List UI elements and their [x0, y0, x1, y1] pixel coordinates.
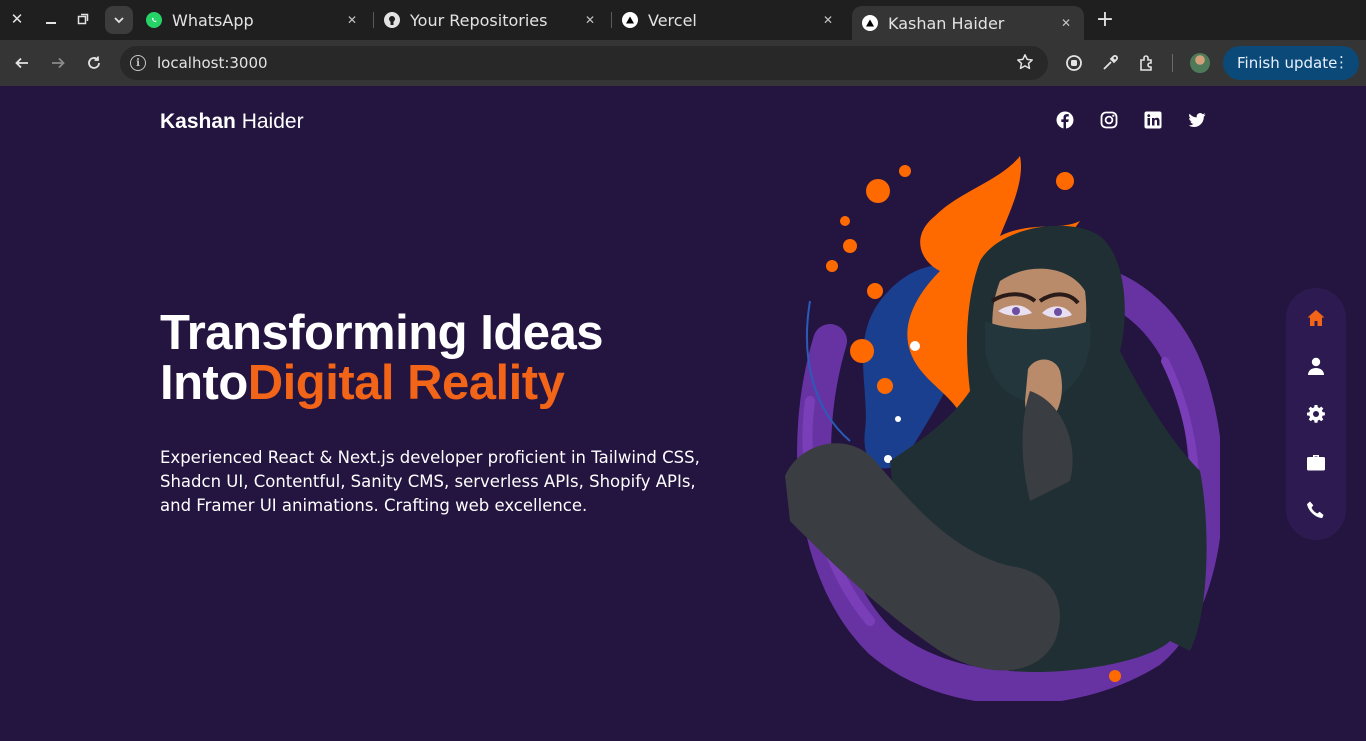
reload-icon [88, 56, 100, 69]
vercel-icon [862, 15, 878, 31]
site-logo[interactable]: Kashan Haider [160, 110, 304, 134]
profile-avatar[interactable] [1190, 53, 1210, 73]
tab-title: Your Repositories [410, 10, 548, 30]
user-icon[interactable] [1306, 356, 1326, 376]
close-window-icon[interactable]: ✕ [4, 6, 30, 32]
tab-title: Kashan Haider [888, 13, 1005, 33]
hero-illustration [785, 156, 1220, 701]
portfolio-page: Kashan Haider Transforming Ideas IntoDig… [0, 86, 1366, 741]
close-tab-icon[interactable]: ✕ [344, 12, 360, 28]
chevron-down-icon [114, 17, 124, 24]
close-tab-icon[interactable]: ✕ [820, 12, 836, 28]
more-vertical-icon: ⋮ [1334, 53, 1349, 71]
briefcase-icon[interactable] [1306, 452, 1326, 472]
new-tab-button[interactable]: + [1094, 7, 1116, 32]
toolbar-divider [1172, 54, 1173, 72]
minimize-window-icon[interactable] [38, 6, 64, 32]
vercel-icon [622, 12, 638, 28]
close-tab-icon[interactable]: ✕ [1058, 15, 1074, 31]
forward-button[interactable] [44, 49, 72, 77]
logo-first-name: Kashan [160, 110, 236, 133]
hero-heading: Transforming Ideas IntoDigital Reality [160, 306, 604, 410]
home-icon[interactable] [1306, 308, 1326, 328]
twitter-icon[interactable] [1188, 111, 1206, 129]
restore-window-icon[interactable] [70, 6, 96, 32]
tab-search-button[interactable] [105, 6, 133, 34]
hero-line-2-plain: Into [160, 356, 248, 410]
extension-icon[interactable] [1063, 52, 1085, 74]
instagram-icon[interactable] [1100, 111, 1118, 129]
arrow-left-icon [15, 57, 28, 69]
site-info-icon[interactable]: i [130, 55, 146, 71]
tab-vercel[interactable]: Vercel ✕ [612, 0, 846, 40]
facebook-icon[interactable] [1056, 111, 1074, 129]
phone-icon[interactable] [1306, 500, 1326, 520]
hero-line-1: Transforming Ideas [160, 306, 604, 360]
tab-title: WhatsApp [172, 10, 254, 30]
browser-toolbar: i localhost:3000 Finish update ⋮ [0, 40, 1366, 86]
close-tab-icon[interactable]: ✕ [582, 12, 598, 28]
address-bar[interactable]: i localhost:3000 [120, 46, 1048, 80]
browser-tab-bar: ✕ WhatsApp ✕ Your Repositories ✕ Vercel … [0, 0, 1366, 40]
tab-kashan-haider[interactable]: Kashan Haider ✕ [852, 6, 1084, 40]
social-links [1056, 111, 1206, 129]
hero-description: Experienced React & Next.js developer pr… [160, 448, 700, 515]
reload-button[interactable] [80, 49, 108, 77]
arrow-right-icon [52, 57, 65, 69]
eyedropper-icon[interactable] [1099, 52, 1121, 74]
linkedin-icon[interactable] [1144, 111, 1162, 129]
url-text[interactable]: localhost:3000 [157, 54, 268, 72]
side-navigation [1286, 288, 1346, 540]
tab-title: Vercel [648, 10, 697, 30]
finish-update-label: Finish update [1237, 54, 1338, 72]
tab-whatsapp[interactable]: WhatsApp ✕ [136, 0, 370, 40]
gear-icon[interactable] [1306, 404, 1326, 424]
logo-last-name: Haider [235, 110, 304, 133]
tab-your-repositories[interactable]: Your Repositories ✕ [374, 0, 608, 40]
extensions-puzzle-icon[interactable] [1136, 52, 1158, 74]
back-button[interactable] [8, 49, 36, 77]
finish-update-button[interactable]: Finish update ⋮ [1223, 46, 1359, 80]
github-icon [384, 12, 400, 28]
hero-line-2-accent: Digital Reality [247, 356, 565, 410]
whatsapp-icon [146, 12, 162, 28]
bookmark-star-icon[interactable] [1016, 53, 1034, 76]
